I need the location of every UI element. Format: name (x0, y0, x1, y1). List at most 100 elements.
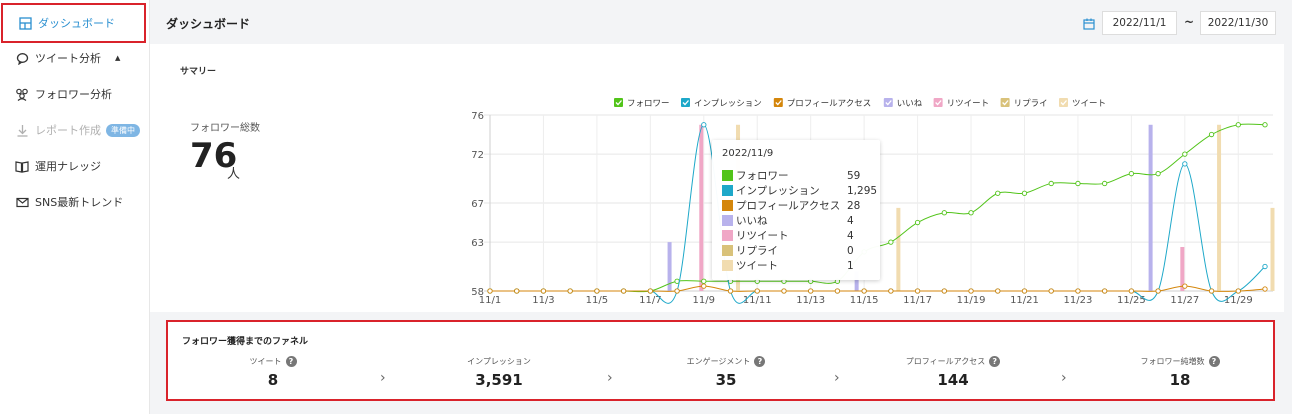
point-フォロワー (968, 210, 974, 216)
point-フォロワー (941, 210, 947, 216)
chevron-right-icon: › (607, 370, 613, 386)
tooltip-row: プロフィールアクセス 28 (722, 198, 872, 213)
point-プロフィールアクセス (968, 288, 974, 294)
point-プロフィールアクセス (1102, 288, 1108, 294)
legend-label: インプレッション (694, 99, 762, 109)
bar-ツイート (896, 207, 901, 291)
tooltip-row: リプライ 0 (722, 243, 872, 258)
tooltip-value: 1,295 (847, 184, 878, 197)
point-プロフィールアクセス (1075, 288, 1081, 294)
tooltip-row: いいね 4 (722, 213, 872, 228)
point-フォロワー (1235, 122, 1241, 128)
chart-tooltip: 2022/11/9 フォロワー 59 インプレッション 1,295 プロフィールアク… (712, 140, 880, 280)
point-プロフィールアクセス (620, 288, 627, 294)
point-フォロワー (1048, 180, 1054, 187)
tooltip-row: リツイート 4 (722, 228, 872, 243)
tooltip-swatch (722, 170, 733, 181)
funnel-label: インプレッション (467, 357, 531, 366)
help-icon[interactable]: ? (989, 356, 1001, 367)
point-プロフィールアクセス (1128, 288, 1135, 294)
x-tick-label: 11/1 (479, 295, 501, 306)
tooltip-value: 0 (847, 244, 854, 257)
point-プロフィールアクセス (514, 288, 520, 294)
tooltip-label: プロフィールアクセス (736, 200, 841, 212)
funnel-item-tweet: ツイート? 8 (183, 356, 363, 389)
point-プロフィールアクセス (914, 288, 921, 294)
point-プロフィールアクセス (647, 288, 653, 294)
y-tick-label: 72 (471, 150, 484, 161)
tooltip-row: インプレッション 1,295 (722, 183, 877, 198)
point-プロフィールアクセス (995, 288, 1001, 294)
point-フォロワー (914, 219, 921, 226)
point-プロフィールアクセス (540, 288, 547, 294)
point-プロフィールアクセス (1208, 288, 1215, 294)
help-icon[interactable]: ? (754, 356, 766, 367)
x-tick-label: 11/11 (743, 295, 772, 306)
y-tick-label: 76 (471, 111, 484, 122)
point-プロフィールアクセス (701, 283, 707, 289)
x-tick-label: 11/3 (532, 295, 554, 306)
x-tick-label: 11/19 (957, 295, 986, 306)
point-フォロワー (1262, 122, 1268, 128)
tooltip-swatch (722, 260, 733, 271)
tooltip-swatch (722, 230, 733, 241)
funnel-title: フォロワー獲得までのファネル (182, 337, 309, 347)
funnel-value: 18 (1169, 371, 1191, 389)
tooltip-label: いいね (736, 215, 768, 227)
tooltip-value: 4 (847, 214, 854, 227)
point-インプレッション (701, 122, 707, 128)
point-プロフィールアクセス (888, 288, 894, 294)
tooltip-label: フォロワー (736, 170, 789, 182)
point-プロフィールアクセス (674, 288, 680, 294)
funnel-value: 3,591 (475, 371, 523, 389)
point-プロフィールアクセス (594, 288, 600, 294)
bar-いいね (1148, 124, 1153, 292)
legend-label: ツイート (1072, 99, 1106, 109)
legend-label: リプライ (1014, 99, 1048, 109)
funnel-item-profile-access: プロフィールアクセス? 144 (863, 356, 1043, 389)
point-プロフィールアクセス (1262, 286, 1268, 292)
x-tick-label: 11/5 (586, 295, 608, 306)
point-プロフィールアクセス (1155, 288, 1161, 294)
chevron-right-icon: › (380, 370, 386, 386)
funnel-card: フォロワー獲得までのファネル ツイート? 8 › インプレッション 3,591 … (166, 320, 1275, 401)
point-プロフィールアクセス (1235, 288, 1241, 294)
point-フォロワー (888, 239, 894, 245)
point-プロフィールアクセス (567, 288, 573, 294)
point-フォロワー (995, 190, 1001, 196)
bar-ツイート (1270, 207, 1275, 291)
funnel-value: 144 (937, 371, 969, 389)
point-プロフィールアクセス (808, 288, 814, 294)
funnel-label: プロフィールアクセス (905, 357, 986, 366)
bar-ツイート (1217, 124, 1222, 292)
funnel-label: ツイート (249, 357, 282, 366)
x-tick-label: 11/21 (1010, 295, 1039, 306)
tooltip-label: リプライ (736, 245, 778, 257)
summary-chart[interactable]: 586367727611/1 11/3 11/5 11/7 11/9 11/11 11/13… (0, 0, 1292, 314)
point-プロフィールアクセス (487, 288, 493, 294)
point-フォロワー (1155, 171, 1161, 177)
point-フォロワー (1021, 190, 1028, 196)
x-tick-label: 11/17 (903, 295, 932, 306)
tooltip-value: 59 (847, 169, 861, 182)
help-icon[interactable]: ? (285, 356, 297, 367)
point-フォロワー (1182, 151, 1188, 157)
point-プロフィールアクセス (1021, 288, 1028, 294)
point-プロフィールアクセス (1182, 283, 1188, 289)
legend-swatch (614, 98, 623, 107)
legend-label: フォロワー (627, 99, 670, 109)
x-tick-label: 11/23 (1064, 295, 1093, 306)
funnel-item-net-followers: フォロワー純増数? 18 (1090, 356, 1270, 389)
funnel-value: 8 (267, 371, 279, 389)
legend-swatch (883, 98, 893, 107)
point-プロフィールアクセス (754, 288, 760, 294)
legend-swatch (1059, 98, 1068, 107)
point-フォロワー (1208, 131, 1215, 138)
legend-label: プロフィールアクセス (787, 99, 871, 109)
legend-label: いいね (897, 99, 923, 109)
legend-label: リツイート (947, 99, 990, 109)
help-icon[interactable]: ? (1208, 356, 1220, 367)
legend-swatch (681, 98, 690, 107)
point-インプレッション (1262, 263, 1268, 270)
point-プロフィールアクセス (941, 288, 947, 294)
